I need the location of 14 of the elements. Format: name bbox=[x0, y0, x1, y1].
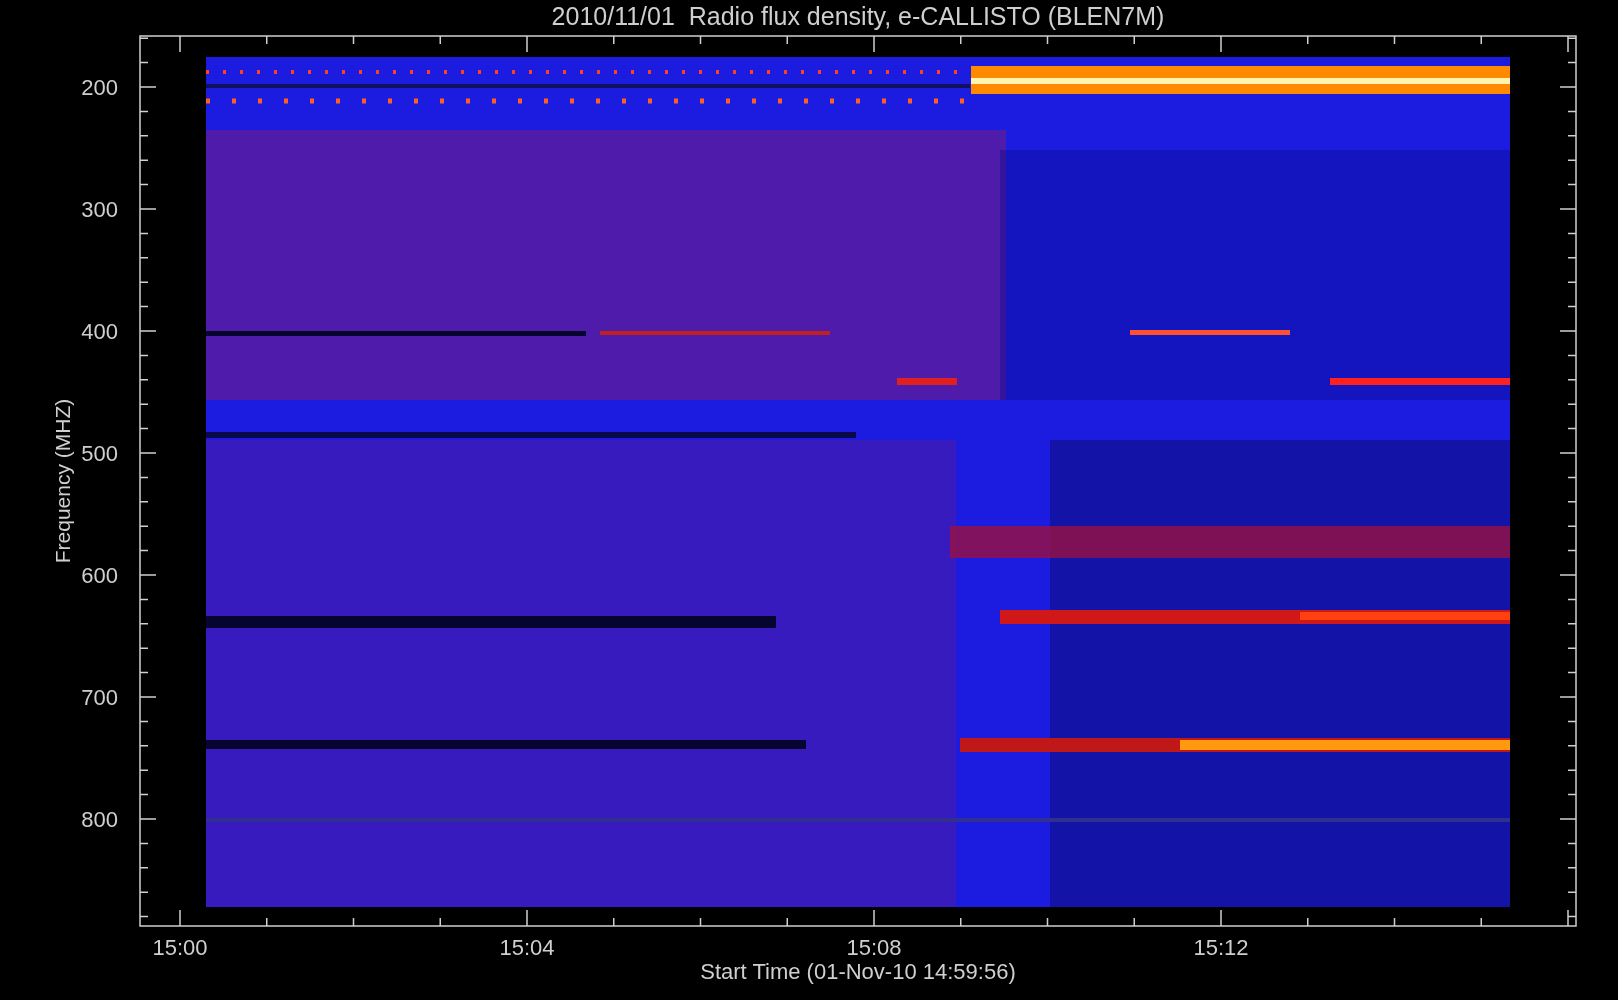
chart-title: 2010/11/01 Radio flux density, e-CALLISTO (BLEN7M) bbox=[551, 2, 1165, 30]
y-axis-label: Frequency (MHZ) bbox=[51, 398, 74, 564]
x-tick-label: 15:00 bbox=[152, 935, 208, 960]
x-axis-label: Start Time (01-Nov-10 14:59:56) bbox=[700, 959, 1016, 984]
y-tick-label: 500 bbox=[81, 441, 118, 466]
y-tick-label: 700 bbox=[81, 685, 118, 710]
y-tick-label: 800 bbox=[81, 807, 118, 832]
x-tick-label: 15:12 bbox=[1193, 935, 1249, 960]
y-tick-label: 400 bbox=[81, 319, 118, 344]
x-tick-label: 15:04 bbox=[499, 935, 555, 960]
x-tick-label: 15:08 bbox=[846, 935, 902, 960]
y-tick-label: 600 bbox=[81, 563, 118, 588]
y-tick-label: 200 bbox=[81, 75, 118, 100]
y-tick-label: 300 bbox=[81, 197, 118, 222]
